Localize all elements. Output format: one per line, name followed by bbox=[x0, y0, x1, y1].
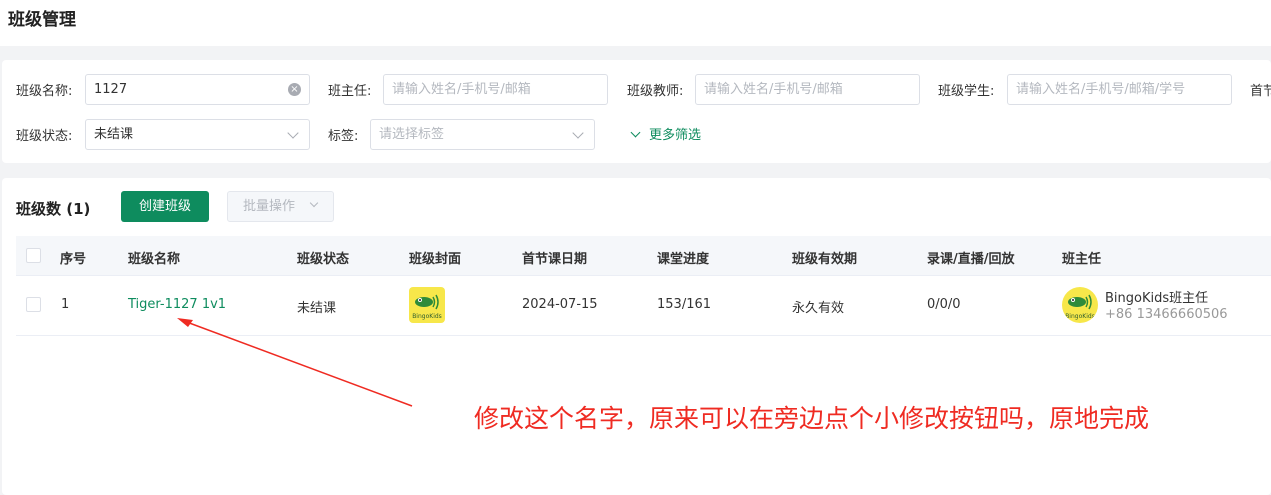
class-status-label: 班级状态: bbox=[16, 129, 73, 144]
select-all-checkbox[interactable] bbox=[26, 248, 41, 263]
page-title: 班级管理 bbox=[8, 10, 76, 30]
class-student-placeholder: 请输入姓名/手机号/邮箱/学号 bbox=[1016, 82, 1186, 97]
avatar-logo-text: BingoKids bbox=[1065, 313, 1095, 320]
row-index: 1 bbox=[61, 297, 70, 312]
class-teacher-label: 班级教师: bbox=[627, 84, 684, 99]
class-list-panel bbox=[2, 178, 1271, 495]
tags-placeholder: 请选择标签 bbox=[379, 127, 445, 142]
chevron-down-icon bbox=[309, 198, 319, 208]
column-header: 首节课日期 bbox=[522, 252, 588, 267]
column-header: 录课/直播/回放 bbox=[927, 252, 1015, 267]
class-status-value: 未结课 bbox=[94, 127, 134, 142]
class-status: 未结课 bbox=[297, 301, 337, 316]
clear-icon[interactable]: × bbox=[288, 83, 301, 96]
column-header: 班级名称 bbox=[128, 252, 181, 267]
create-class-button[interactable]: 创建班级 bbox=[121, 191, 209, 222]
tags-select[interactable]: 请选择标签 bbox=[370, 119, 595, 150]
more-filters-toggle[interactable]: 更多筛选 bbox=[629, 124, 701, 143]
head-teacher-phone: +86 13466660506 bbox=[1105, 307, 1228, 322]
batch-actions-button[interactable]: 批量操作 bbox=[227, 191, 334, 222]
head-teacher-name: BingoKids班主任 bbox=[1105, 291, 1209, 306]
class-name-input[interactable]: 1127 × bbox=[85, 74, 310, 105]
class-count: 班级数 (1) bbox=[16, 200, 91, 218]
column-header: 班级状态 bbox=[297, 252, 350, 267]
lesson-progress: 153/161 bbox=[657, 297, 712, 312]
table-row: 1 Tiger-1127 1v1 未结课 BingoKids 2024-07-1… bbox=[16, 276, 1271, 336]
class-status-select[interactable]: 未结课 bbox=[85, 119, 310, 150]
column-header: 班主任 bbox=[1062, 252, 1102, 267]
class-student-input[interactable]: 请输入姓名/手机号/邮箱/学号 bbox=[1007, 74, 1232, 105]
cover-logo-text: BingoKids bbox=[412, 313, 442, 320]
head-teacher-label: 班主任: bbox=[328, 84, 372, 99]
avatar: BingoKids bbox=[1062, 287, 1098, 323]
class-name-link[interactable]: Tiger-1127 1v1 bbox=[128, 297, 226, 312]
more-filters-label: 更多筛选 bbox=[649, 128, 702, 143]
table-header: 序号 班级名称 班级状态 班级封面 首节课日期 课堂进度 班级有效期 录课/直播… bbox=[16, 236, 1271, 276]
head-teacher-input[interactable]: 请输入姓名/手机号/邮箱 bbox=[383, 74, 608, 105]
row-checkbox[interactable] bbox=[26, 297, 41, 312]
column-header: 课堂进度 bbox=[657, 252, 710, 267]
class-name-label: 班级名称: bbox=[16, 84, 73, 99]
batch-actions-label: 批量操作 bbox=[243, 199, 296, 214]
chevron-down-icon bbox=[630, 127, 641, 138]
head-teacher-placeholder: 请输入姓名/手机号/邮箱 bbox=[392, 82, 531, 97]
page-header: 班级管理 bbox=[0, 0, 1271, 46]
column-header: 班级封面 bbox=[409, 252, 462, 267]
class-name-value: 1127 bbox=[94, 82, 128, 97]
first-lesson-label-truncated: 首节 bbox=[1250, 84, 1271, 99]
chevron-down-icon bbox=[287, 127, 299, 139]
class-student-label: 班级学生: bbox=[938, 84, 995, 99]
tags-label: 标签: bbox=[328, 129, 359, 144]
class-cover-image: BingoKids bbox=[409, 287, 445, 323]
class-teacher-input[interactable]: 请输入姓名/手机号/邮箱 bbox=[695, 74, 920, 105]
chevron-down-icon bbox=[572, 127, 584, 139]
record-live-replay: 0/0/0 bbox=[927, 297, 961, 312]
annotation-text: 修改这个名字，原来可以在旁边点个小修改按钮吗，原地完成 bbox=[474, 404, 1150, 433]
class-validity: 永久有效 bbox=[792, 301, 845, 316]
column-header: 序号 bbox=[60, 252, 87, 267]
first-lesson-date: 2024-07-15 bbox=[522, 297, 598, 312]
column-header: 班级有效期 bbox=[792, 252, 858, 267]
class-teacher-placeholder: 请输入姓名/手机号/邮箱 bbox=[704, 82, 843, 97]
